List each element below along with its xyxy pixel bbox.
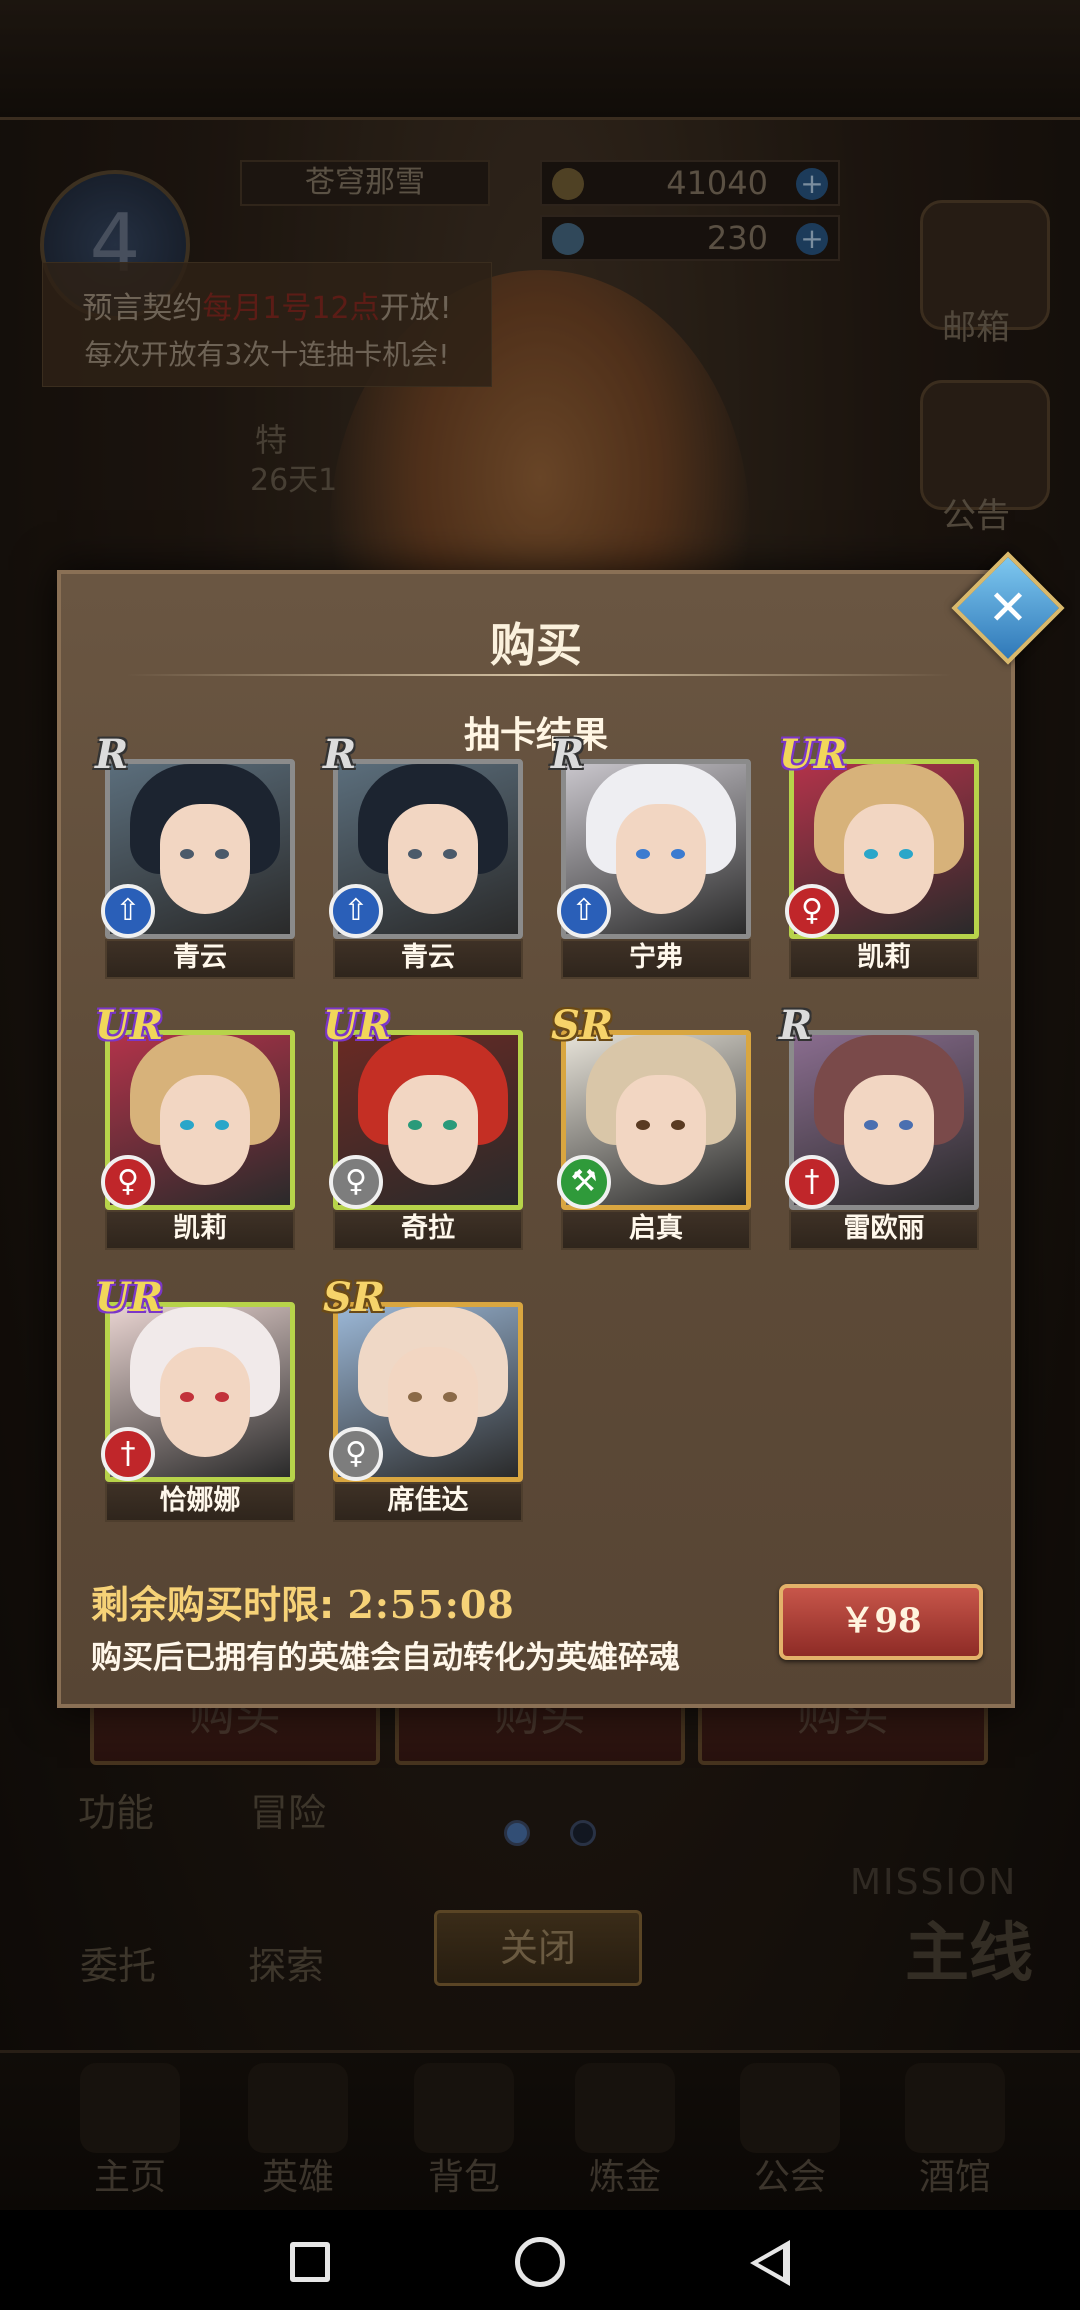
hero-card[interactable]: UR ♀ 凯莉 xyxy=(95,1002,301,1250)
title-divider xyxy=(126,674,952,676)
staff-icon: ♀ xyxy=(329,1427,383,1481)
portrait-face xyxy=(388,1347,478,1457)
hero-name: 启真 xyxy=(561,1210,751,1250)
hero-name: 青云 xyxy=(105,939,295,979)
sword-icon: † xyxy=(101,1427,155,1481)
conversion-note: 购买后已拥有的英雄会自动转化为英雄碎魂 xyxy=(91,1640,680,1676)
portrait-eye xyxy=(443,849,457,859)
rarity-badge: R xyxy=(551,731,585,778)
purchase-price-button[interactable]: ￥98 xyxy=(779,1584,983,1660)
portrait-eye xyxy=(215,1120,229,1130)
rarity-badge: R xyxy=(323,731,357,778)
x-icon: ✕ xyxy=(987,580,1029,636)
spear-icon: ⇧ xyxy=(101,884,155,938)
remaining-time-label: 剩余购买时限: xyxy=(91,1583,335,1627)
portrait-eye xyxy=(443,1392,457,1402)
portrait-face xyxy=(844,1075,934,1185)
portrait-eye xyxy=(408,849,422,859)
portrait-face xyxy=(844,804,934,914)
portrait-face xyxy=(388,1075,478,1185)
purchase-dialog: 购买 抽卡结果 R ⇧ 青云 R ⇧ 青云 R ⇧ 宁弗 UR ♀ 凯莉 UR ♀ 凯莉 UR ♀ 奇拉 SR ⚒ 启真… xyxy=(57,570,1015,1708)
portrait-eye xyxy=(180,1392,194,1402)
portrait-eye xyxy=(180,849,194,859)
rarity-badge: UR xyxy=(323,1002,392,1049)
rarity-badge: R xyxy=(95,731,129,778)
hero-name: 雷欧丽 xyxy=(789,1210,979,1250)
portrait-eye xyxy=(408,1120,422,1130)
hero-card[interactable]: R ⇧ 宁弗 xyxy=(551,731,757,979)
hero-card[interactable]: SR ⚒ 启真 xyxy=(551,1002,757,1250)
portrait-eye xyxy=(671,849,685,859)
hero-name: 凯莉 xyxy=(105,1210,295,1250)
portrait-eye xyxy=(864,1120,878,1130)
portrait-eye xyxy=(636,849,650,859)
spear-icon: ⇧ xyxy=(557,884,611,938)
portrait-eye xyxy=(408,1392,422,1402)
remaining-time-value: 2:55:08 xyxy=(347,1582,515,1627)
remaining-time-row: 剩余购买时限: 2:55:08 xyxy=(91,1574,515,1629)
portrait-eye xyxy=(899,1120,913,1130)
recent-apps-icon[interactable] xyxy=(290,2242,330,2282)
portrait-eye xyxy=(180,1120,194,1130)
hero-card[interactable]: UR † 恰娜娜 xyxy=(95,1274,301,1522)
portrait-eye xyxy=(215,1392,229,1402)
sword-icon: † xyxy=(785,1155,839,1209)
rarity-badge: SR xyxy=(551,1002,614,1049)
axe-icon: ⚒ xyxy=(557,1155,611,1209)
hero-card[interactable]: R † 雷欧丽 xyxy=(779,1002,985,1250)
hero-card[interactable]: SR ♀ 席佳达 xyxy=(323,1274,529,1522)
portrait-face xyxy=(160,1347,250,1457)
staff-icon: ♀ xyxy=(785,884,839,938)
hero-name: 宁弗 xyxy=(561,939,751,979)
portrait-eye xyxy=(215,849,229,859)
hero-name: 奇拉 xyxy=(333,1210,523,1250)
rarity-badge: UR xyxy=(779,731,848,778)
portrait-face xyxy=(388,804,478,914)
portrait-face xyxy=(616,1075,706,1185)
portrait-eye xyxy=(636,1120,650,1130)
rarity-badge: R xyxy=(779,1002,813,1049)
home-button-icon[interactable] xyxy=(515,2237,565,2287)
hero-name: 席佳达 xyxy=(333,1482,523,1522)
rarity-badge: UR xyxy=(95,1002,164,1049)
hero-name: 凯莉 xyxy=(789,939,979,979)
portrait-eye xyxy=(864,849,878,859)
staff-icon: ♀ xyxy=(329,1155,383,1209)
system-navigation-bar xyxy=(0,2210,1080,2310)
rarity-badge: SR xyxy=(323,1274,386,1321)
staff-icon: ♀ xyxy=(101,1155,155,1209)
hero-card[interactable]: R ⇧ 青云 xyxy=(323,731,529,979)
dialog-title: 购买 xyxy=(490,618,582,672)
portrait-face xyxy=(616,804,706,914)
portrait-eye xyxy=(899,849,913,859)
portrait-face xyxy=(160,804,250,914)
hero-card[interactable]: UR ♀ 奇拉 xyxy=(323,1002,529,1250)
portrait-eye xyxy=(671,1120,685,1130)
portrait-eye xyxy=(443,1120,457,1130)
hero-card[interactable]: R ⇧ 青云 xyxy=(95,731,301,979)
hero-card[interactable]: UR ♀ 凯莉 xyxy=(779,731,985,979)
spear-icon: ⇧ xyxy=(329,884,383,938)
back-icon-inner xyxy=(758,2249,783,2277)
rarity-badge: UR xyxy=(95,1274,164,1321)
portrait-face xyxy=(160,1075,250,1185)
hero-name: 恰娜娜 xyxy=(105,1482,295,1522)
hero-name: 青云 xyxy=(333,939,523,979)
